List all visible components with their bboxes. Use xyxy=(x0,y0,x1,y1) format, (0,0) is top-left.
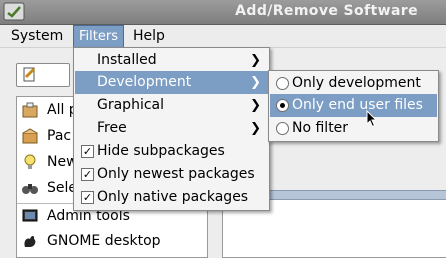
menu-help[interactable]: Help xyxy=(128,27,170,45)
gnome-icon xyxy=(24,236,36,247)
chevron-right-icon: ❯ xyxy=(250,121,261,136)
box-icon xyxy=(22,128,38,144)
menu-item-only-native[interactable]: ✓ Only native packages xyxy=(75,186,268,209)
submenu-item-only-end-user-files[interactable]: Only end user files xyxy=(270,94,437,117)
checkbox-checked-icon[interactable]: ✓ xyxy=(81,191,94,204)
filters-menu: Installed ❯ Development ❯ Graphical ❯ Free ❯… xyxy=(73,47,270,211)
chevron-right-icon: ❯ xyxy=(250,98,261,113)
admin-icon xyxy=(22,209,38,222)
menu-system[interactable]: System xyxy=(6,27,68,45)
submenu-item-no-filter[interactable]: No filter xyxy=(270,117,437,140)
category-item-new[interactable]: New xyxy=(21,151,78,173)
window-title: Add/Remove Software xyxy=(235,3,418,19)
mouse-pointer-icon xyxy=(366,110,378,128)
menu-item-graphical[interactable]: Graphical ❯ xyxy=(75,94,268,117)
binoculars-icon xyxy=(22,184,38,194)
menu-item-free[interactable]: Free ❯ xyxy=(75,117,268,140)
radio-unselected-icon[interactable] xyxy=(276,122,289,135)
category-item-packages[interactable]: Pac xyxy=(21,125,71,147)
window-menu-icon[interactable] xyxy=(3,2,25,21)
category-item-all[interactable]: All p xyxy=(21,99,78,121)
submenu-item-only-development[interactable]: Only development xyxy=(270,72,437,95)
radio-unselected-icon[interactable] xyxy=(276,77,289,90)
category-item-selected[interactable]: Sele xyxy=(21,177,77,199)
lightbulb-icon xyxy=(24,154,36,169)
checkbox-checked-icon[interactable]: ✓ xyxy=(81,168,94,181)
package-icon xyxy=(22,102,38,118)
checkbox-checked-icon[interactable]: ✓ xyxy=(81,145,94,158)
edit-icon xyxy=(23,67,36,82)
chevron-right-icon: ❯ xyxy=(250,75,261,90)
chevron-right-icon: ❯ xyxy=(250,53,261,68)
category-item-gnome-desktop[interactable]: GNOME desktop xyxy=(21,230,161,252)
menu-item-installed[interactable]: Installed ❯ xyxy=(75,49,268,72)
menu-item-only-newest[interactable]: ✓ Only newest packages xyxy=(75,163,268,186)
menu-filters[interactable]: Filters xyxy=(73,25,124,48)
search-input[interactable] xyxy=(16,63,70,87)
menu-item-development[interactable]: Development ❯ xyxy=(75,71,268,94)
development-submenu: Only development Only end user files No … xyxy=(268,70,439,142)
menu-item-hide-subpackages[interactable]: ✓ Hide subpackages xyxy=(75,140,268,163)
radio-selected-icon[interactable] xyxy=(276,99,289,112)
